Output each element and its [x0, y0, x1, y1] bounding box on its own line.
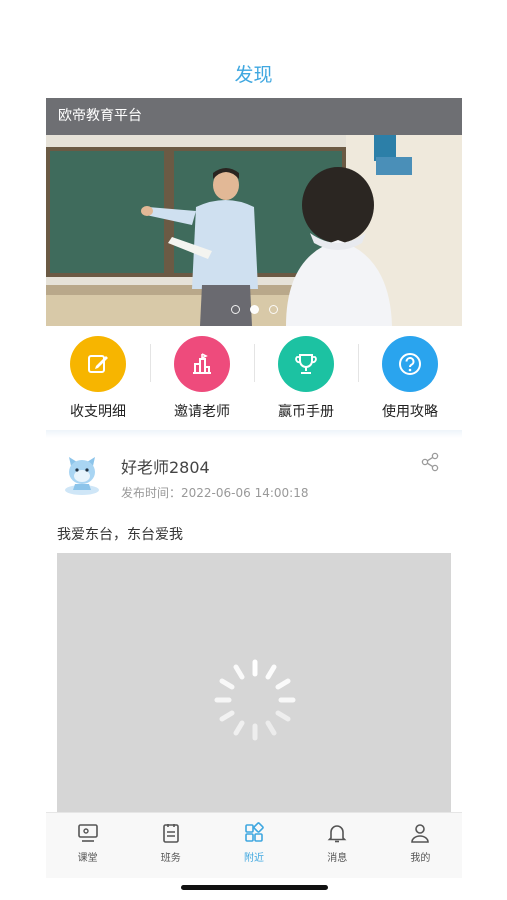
post-time-value: 2022-06-06 14:00:18 [181, 486, 309, 500]
tab-label: 课堂 [77, 853, 98, 864]
bottom-tab-bar: 课堂 班务 附近 消息 我的 [46, 812, 462, 878]
building-icon [174, 336, 230, 392]
carousel-dot[interactable] [268, 305, 278, 314]
quick-action-coin-manual[interactable]: 赢币手册 [254, 334, 358, 428]
trophy-icon [278, 336, 334, 392]
user-icon [411, 824, 430, 843]
banner-image[interactable] [46, 135, 462, 326]
post-author: 好老师2804 [121, 458, 210, 477]
bell-icon [327, 825, 347, 843]
share-icon[interactable] [420, 452, 440, 472]
carousel-dot[interactable] [230, 305, 240, 314]
tab-messages[interactable]: 消息 [296, 813, 379, 878]
post-text: 我爱东台，东台爱我 [57, 527, 183, 543]
tab-label: 班务 [160, 853, 181, 864]
tab-classroom[interactable]: 课堂 [46, 813, 129, 878]
tab-label: 附近 [244, 853, 264, 864]
quick-action-label: 使用攻略 [382, 404, 438, 420]
quick-action-income-expense[interactable]: 收支明细 [46, 334, 150, 428]
classroom-icon [77, 824, 98, 842]
tab-class-affairs[interactable]: 班务 [129, 813, 212, 878]
loading-spinner-icon [214, 659, 296, 741]
edit-icon [70, 336, 126, 392]
post-time: 发布时间：2022-06-06 14:00:18 [121, 484, 308, 501]
quick-action-label: 邀请老师 [174, 404, 230, 420]
carousel-indicator[interactable] [46, 305, 462, 314]
help-icon [382, 336, 438, 392]
quick-action-label: 赢币手册 [278, 404, 334, 420]
banner-caption: 欧帝教育平台 [46, 98, 462, 135]
quick-actions: 收支明细 邀请老师 赢币手册 使用攻略 [46, 334, 462, 428]
home-indicator[interactable] [181, 885, 328, 890]
tab-nearby[interactable]: 附近 [212, 813, 295, 878]
section-divider [46, 430, 462, 438]
tab-label: 消息 [327, 853, 348, 864]
banner-carousel[interactable]: 欧帝教育平台 [46, 98, 462, 326]
avatar[interactable] [62, 452, 102, 496]
post-time-label: 发布时间： [121, 486, 182, 500]
tab-profile[interactable]: 我的 [379, 813, 462, 878]
page-title: 发现 [234, 64, 273, 86]
grid-icon [245, 822, 264, 842]
tab-label: 我的 [410, 853, 431, 864]
carousel-dot-active[interactable] [249, 305, 259, 314]
quick-action-invite-teacher[interactable]: 邀请老师 [150, 334, 254, 428]
quick-action-label: 收支明细 [70, 404, 126, 420]
clipboard-icon [162, 824, 179, 843]
quick-action-usage-guide[interactable]: 使用攻略 [358, 334, 462, 428]
